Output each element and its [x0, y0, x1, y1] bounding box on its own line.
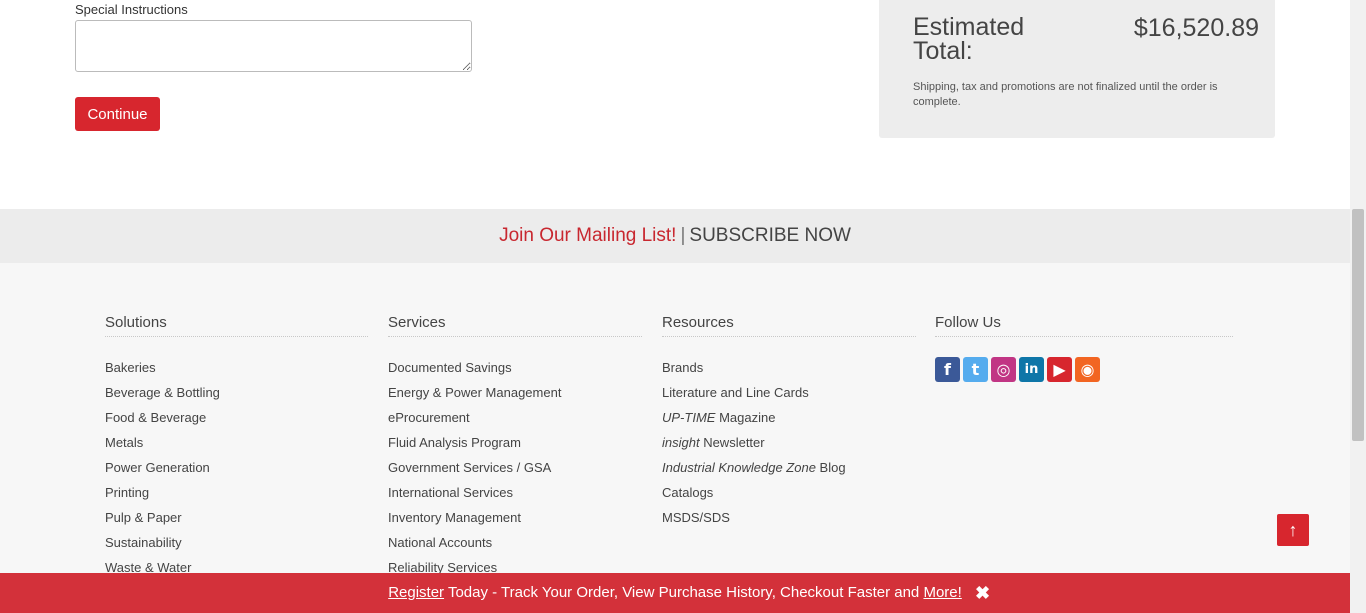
footer-services-link[interactable]: eProcurement: [388, 405, 642, 430]
footer-resources-link-text: Literature and Line Cards: [662, 385, 809, 400]
footer-column-services: Services Documented Savings Energy & Powe…: [388, 314, 642, 580]
footer-resources-link-emphasis: UP-TIME: [662, 410, 716, 425]
footer-resources-link[interactable]: MSDS/SDS: [662, 505, 916, 530]
footer-solutions-link[interactable]: Pulp & Paper: [105, 505, 368, 530]
banner-text: Today - Track Your Order, View Purchase …: [444, 584, 924, 601]
footer-solutions-link[interactable]: Power Generation: [105, 455, 368, 480]
footer-heading-resources: Resources: [662, 314, 916, 337]
youtube-icon[interactable]: ▶: [1047, 357, 1072, 382]
footer-resources-link[interactable]: Industrial Knowledge Zone Blog: [662, 455, 916, 480]
linkedin-icon[interactable]: in: [1019, 357, 1044, 382]
footer-services-link[interactable]: Documented Savings: [388, 355, 642, 380]
subscribe-now-link[interactable]: SUBSCRIBE NOW: [689, 225, 851, 246]
twitter-icon[interactable]: t: [963, 357, 988, 382]
footer-resources-link-emphasis: Industrial Knowledge Zone: [662, 460, 816, 475]
close-icon[interactable]: ✖: [975, 573, 990, 613]
footer-column-follow-us: Follow Us f t ◎ in ▶ ◉: [935, 314, 1233, 382]
mailing-list-separator: |: [680, 225, 686, 246]
footer-solutions-link[interactable]: Printing: [105, 480, 368, 505]
footer-resources-link-text: MSDS/SDS: [662, 510, 730, 525]
footer-services-link[interactable]: Energy & Power Management: [388, 380, 642, 405]
footer-solutions-link[interactable]: Beverage & Bottling: [105, 380, 368, 405]
footer-solutions-link[interactable]: Food & Beverage: [105, 405, 368, 430]
footer-resources-link[interactable]: Catalogs: [662, 480, 916, 505]
footer-resources-link[interactable]: UP-TIME Magazine: [662, 405, 916, 430]
footer-heading-services: Services: [388, 314, 642, 337]
more-link[interactable]: More!: [923, 584, 961, 601]
footer-resources-link[interactable]: Literature and Line Cards: [662, 380, 916, 405]
footer-resources-link-text: Catalogs: [662, 485, 714, 500]
estimated-total-note: Shipping, tax and promotions are not fin…: [913, 81, 1218, 108]
footer-heading-solutions: Solutions: [105, 314, 368, 337]
arrow-up-icon: ↑: [1288, 520, 1298, 540]
footer-resources-link-text: Blog: [815, 460, 846, 475]
footer-resources-link-emphasis: insight: [662, 435, 700, 450]
footer-solutions-link[interactable]: Bakeries: [105, 355, 368, 380]
register-banner: Register Today - Track Your Order, View …: [0, 573, 1350, 613]
scroll-to-top-button[interactable]: ↑: [1277, 514, 1309, 546]
footer-resources-link-text: Magazine: [715, 410, 776, 425]
continue-button[interactable]: Continue: [75, 97, 160, 131]
footer-services-link[interactable]: Government Services / GSA: [388, 455, 642, 480]
footer-services-link[interactable]: International Services: [388, 480, 642, 505]
special-instructions-field[interactable]: [75, 20, 472, 72]
footer-services-link[interactable]: Fluid Analysis Program: [388, 430, 642, 455]
scrollbar-thumb[interactable]: [1352, 209, 1364, 441]
special-instructions-label: Special Instructions: [75, 2, 188, 17]
mailing-list-join[interactable]: Join Our Mailing List!: [499, 225, 676, 246]
rss-icon[interactable]: ◉: [1075, 357, 1100, 382]
footer-resources-link-text: Brands: [662, 360, 704, 375]
instagram-icon[interactable]: ◎: [991, 357, 1016, 382]
footer-column-solutions: Solutions Bakeries Beverage & Bottling Foo…: [105, 314, 368, 580]
estimated-total-value: $16,520.89: [1133, 14, 1259, 42]
footer-resources-link[interactable]: Brands: [662, 355, 916, 380]
footer-solutions-link[interactable]: Metals: [105, 430, 368, 455]
footer-solutions-link[interactable]: Sustainability: [105, 530, 368, 555]
footer: Solutions Bakeries Beverage & Bottling Foo…: [0, 263, 1350, 613]
footer-services-link[interactable]: National Accounts: [388, 530, 642, 555]
register-link[interactable]: Register: [388, 584, 444, 601]
footer-resources-link[interactable]: insight Newsletter: [662, 430, 916, 455]
footer-services-link[interactable]: Inventory Management: [388, 505, 642, 530]
footer-column-resources: Resources Brands Literature and Line Card…: [662, 314, 916, 530]
mailing-list-band: Join Our Mailing List! | SUBSCRIBE NOW: [0, 209, 1350, 263]
facebook-icon[interactable]: f: [935, 357, 960, 382]
footer-heading-follow-us: Follow Us: [935, 314, 1233, 337]
footer-resources-link-text: Newsletter: [699, 435, 765, 450]
estimated-total-label: Estimated Total:: [913, 13, 1025, 65]
order-summary-panel: Estimated Total: $16,520.89 Shipping, ta…: [879, 0, 1275, 138]
